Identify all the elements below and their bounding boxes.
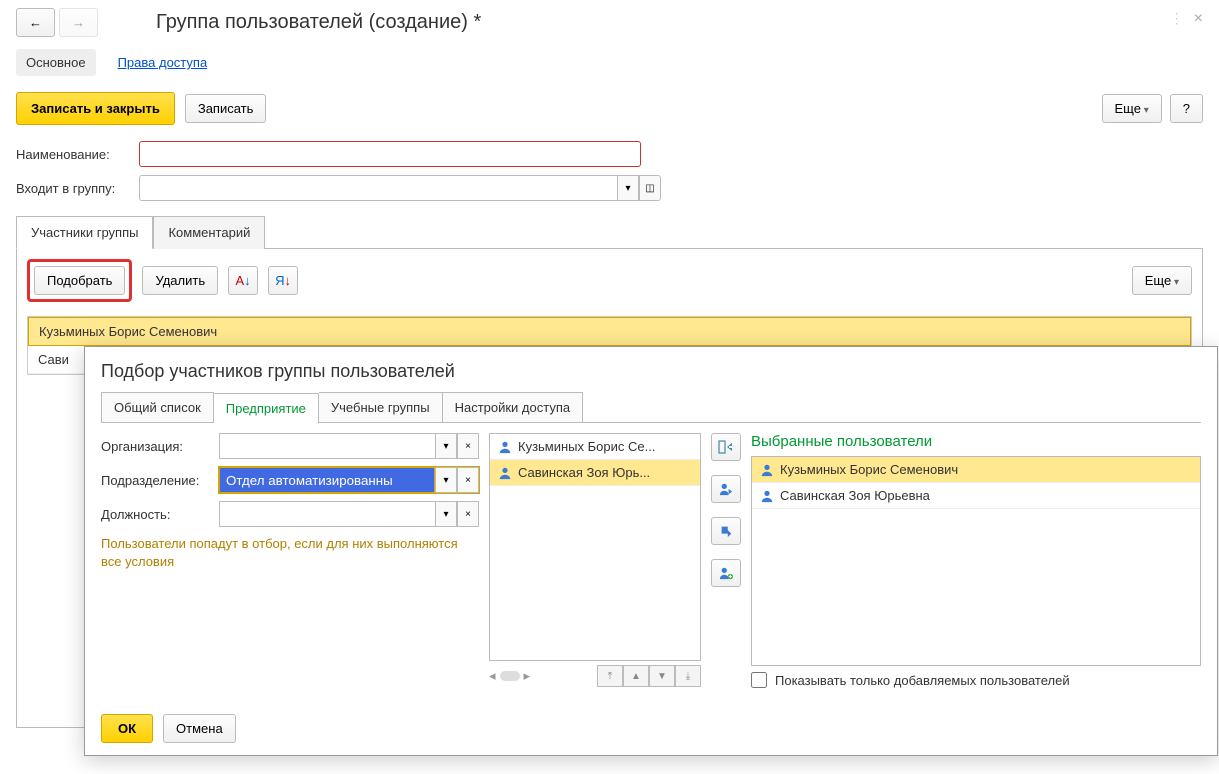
table-row[interactable]: Кузьминых Борис Семенович bbox=[28, 317, 1191, 346]
group-label: Входит в группу: bbox=[16, 181, 131, 196]
sort-desc-button[interactable]: Я↓ bbox=[268, 266, 298, 295]
list-item-label: Савинская Зоя Юрь... bbox=[518, 465, 650, 480]
grid-more-button[interactable]: Еще bbox=[1132, 266, 1192, 295]
pager-down-button[interactable]: ▼ bbox=[649, 665, 675, 687]
pos-clear-button[interactable]: × bbox=[457, 501, 479, 527]
pick-members-dialog: Подбор участников группы пользователей О… bbox=[84, 346, 1218, 756]
org-clear-button[interactable]: × bbox=[457, 433, 479, 459]
tab-members[interactable]: Участники группы bbox=[16, 216, 153, 249]
pager-next-icon[interactable]: ▸ bbox=[524, 668, 531, 684]
cancel-button[interactable]: Отмена bbox=[163, 714, 236, 743]
selected-users-title: Выбранные пользователи bbox=[751, 433, 1201, 450]
pos-dropdown-button[interactable]: ▾ bbox=[435, 501, 457, 527]
more-button[interactable]: Еще bbox=[1102, 94, 1162, 123]
parent-group-input[interactable] bbox=[139, 175, 617, 201]
forward-button[interactable]: → bbox=[59, 8, 98, 37]
pager-up-button[interactable]: ▲ bbox=[623, 665, 649, 687]
close-icon[interactable]: × bbox=[1194, 10, 1203, 28]
show-added-only-label: Показывать только добавляемых пользовате… bbox=[775, 673, 1070, 688]
tab-main[interactable]: Основное bbox=[16, 49, 96, 76]
user-icon bbox=[760, 463, 774, 477]
user-icon bbox=[498, 440, 512, 454]
org-dropdown-button[interactable]: ▾ bbox=[435, 433, 457, 459]
dialog-tab-general-list[interactable]: Общий список bbox=[101, 392, 214, 423]
dialog-tab-enterprise[interactable]: Предприятие bbox=[214, 393, 319, 424]
tab-access-rights[interactable]: Права доступа bbox=[108, 49, 218, 76]
move-right-button[interactable] bbox=[711, 475, 741, 503]
list-item[interactable]: Савинская Зоя Юрьевна bbox=[752, 483, 1200, 509]
pager-first-button[interactable]: ⤒ bbox=[597, 665, 623, 687]
list-item-label: Савинская Зоя Юрьевна bbox=[780, 488, 930, 503]
pos-input[interactable] bbox=[219, 501, 435, 527]
save-button[interactable]: Записать bbox=[185, 94, 267, 123]
list-item-label: Кузьминых Борис Семенович bbox=[780, 462, 958, 477]
save-and-close-button[interactable]: Записать и закрыть bbox=[16, 92, 175, 125]
dialog-tab-study-groups[interactable]: Учебные группы bbox=[319, 392, 443, 423]
user-icon bbox=[760, 489, 774, 503]
dept-dropdown-button[interactable]: ▾ bbox=[435, 467, 457, 493]
tab-comment[interactable]: Комментарий bbox=[153, 216, 265, 249]
dept-label: Подразделение: bbox=[101, 473, 219, 488]
filter-hint: Пользователи попадут в отбор, если для н… bbox=[101, 535, 479, 571]
name-label: Наименование: bbox=[16, 147, 131, 162]
list-item[interactable]: Савинская Зоя Юрь... bbox=[490, 460, 700, 486]
pos-label: Должность: bbox=[101, 507, 219, 522]
page-title: Группа пользователей (создание) * bbox=[156, 11, 481, 34]
list-item-label: Кузьминых Борис Се... bbox=[518, 439, 655, 454]
ok-button[interactable]: ОК bbox=[101, 714, 153, 743]
list-item[interactable]: Кузьминых Борис Семенович bbox=[752, 457, 1200, 483]
dialog-tab-access-settings[interactable]: Настройки доступа bbox=[443, 392, 584, 423]
dept-input[interactable] bbox=[219, 467, 435, 493]
delete-button[interactable]: Удалить bbox=[142, 266, 218, 295]
menu-dots-icon[interactable]: ⋮ bbox=[1170, 10, 1184, 28]
pager-scroll-icon bbox=[500, 671, 520, 681]
add-user-button[interactable] bbox=[711, 559, 741, 587]
highlight-annotation: Подобрать bbox=[27, 259, 132, 302]
open-button[interactable]: ◫ bbox=[639, 175, 661, 201]
move-all-right-button[interactable] bbox=[711, 433, 741, 461]
org-input[interactable] bbox=[219, 433, 435, 459]
pager-prev-icon[interactable]: ◂ bbox=[489, 668, 496, 684]
pick-button[interactable]: Подобрать bbox=[34, 266, 125, 295]
back-button[interactable]: ← bbox=[16, 8, 55, 37]
pager-last-button[interactable]: ⤓ bbox=[675, 665, 701, 687]
dept-clear-button[interactable]: × bbox=[457, 467, 479, 493]
sort-asc-button[interactable]: А↓ bbox=[228, 266, 258, 295]
show-added-only-checkbox[interactable] bbox=[751, 672, 767, 688]
list-item[interactable]: Кузьминых Борис Се... bbox=[490, 434, 700, 460]
user-icon bbox=[498, 466, 512, 480]
move-down-button[interactable] bbox=[711, 517, 741, 545]
dialog-title: Подбор участников группы пользователей bbox=[85, 347, 1217, 392]
dropdown-button[interactable]: ▾ bbox=[617, 175, 639, 201]
name-input[interactable] bbox=[139, 141, 641, 167]
help-button[interactable]: ? bbox=[1170, 94, 1203, 123]
org-label: Организация: bbox=[101, 439, 219, 454]
